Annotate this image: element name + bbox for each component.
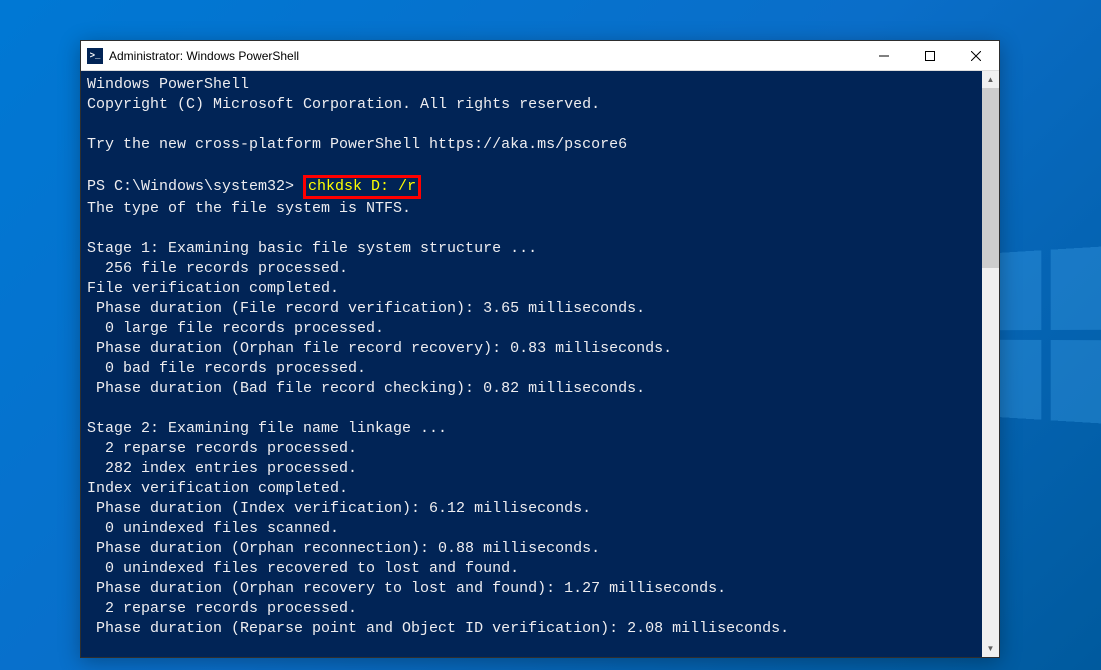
console-line: 256 file records processed. — [87, 260, 348, 277]
console-line: Phase duration (Orphan reconnection): 0.… — [87, 540, 600, 557]
console-line: Windows PowerShell — [87, 76, 249, 93]
console-line: 282 index entries processed. — [87, 460, 357, 477]
maximize-button[interactable] — [907, 41, 953, 70]
console-line: File verification completed. — [87, 280, 339, 297]
console-line: 0 bad file records processed. — [87, 360, 366, 377]
command-text: chkdsk D: /r — [308, 178, 416, 195]
console-line: Try the new cross-platform PowerShell ht… — [87, 136, 627, 153]
console-line: 2 reparse records processed. — [87, 600, 357, 617]
console-line: Stage 2: Examining file name linkage ... — [87, 420, 447, 437]
scroll-track[interactable] — [982, 88, 999, 640]
console-line: Phase duration (Reparse point and Object… — [87, 620, 789, 637]
console-line: Phase duration (Orphan recovery to lost … — [87, 580, 726, 597]
console-output[interactable]: Windows PowerShell Copyright (C) Microso… — [81, 71, 982, 657]
console-line: 0 unindexed files recovered to lost and … — [87, 560, 519, 577]
console-prompt: PS C:\Windows\system32> — [87, 178, 303, 195]
console-line: 0 large file records processed. — [87, 320, 384, 337]
window-controls — [861, 41, 999, 70]
console-line: Stage 1: Examining basic file system str… — [87, 240, 537, 257]
close-button[interactable] — [953, 41, 999, 70]
scroll-down-arrow-icon[interactable]: ▼ — [982, 640, 999, 657]
console-line: Phase duration (File record verification… — [87, 300, 645, 317]
console-line: Phase duration (Orphan file record recov… — [87, 340, 672, 357]
powershell-window: >_ Administrator: Windows PowerShell Win… — [80, 40, 1000, 658]
command-highlight-box: chkdsk D: /r — [303, 175, 421, 199]
console-line: 2 reparse records processed. — [87, 440, 357, 457]
window-title: Administrator: Windows PowerShell — [109, 49, 861, 63]
console-line: 0 unindexed files scanned. — [87, 520, 339, 537]
scroll-thumb[interactable] — [982, 88, 999, 268]
scroll-up-arrow-icon[interactable]: ▲ — [982, 71, 999, 88]
console-line: The type of the file system is NTFS. — [87, 200, 411, 217]
titlebar[interactable]: >_ Administrator: Windows PowerShell — [81, 41, 999, 71]
powershell-icon: >_ — [87, 48, 103, 64]
scrollbar[interactable]: ▲ ▼ — [982, 71, 999, 657]
minimize-button[interactable] — [861, 41, 907, 70]
console-line: Phase duration (Index verification): 6.1… — [87, 500, 591, 517]
console-line: Phase duration (Bad file record checking… — [87, 380, 645, 397]
console-line: Index verification completed. — [87, 480, 348, 497]
console-line: Copyright (C) Microsoft Corporation. All… — [87, 96, 600, 113]
